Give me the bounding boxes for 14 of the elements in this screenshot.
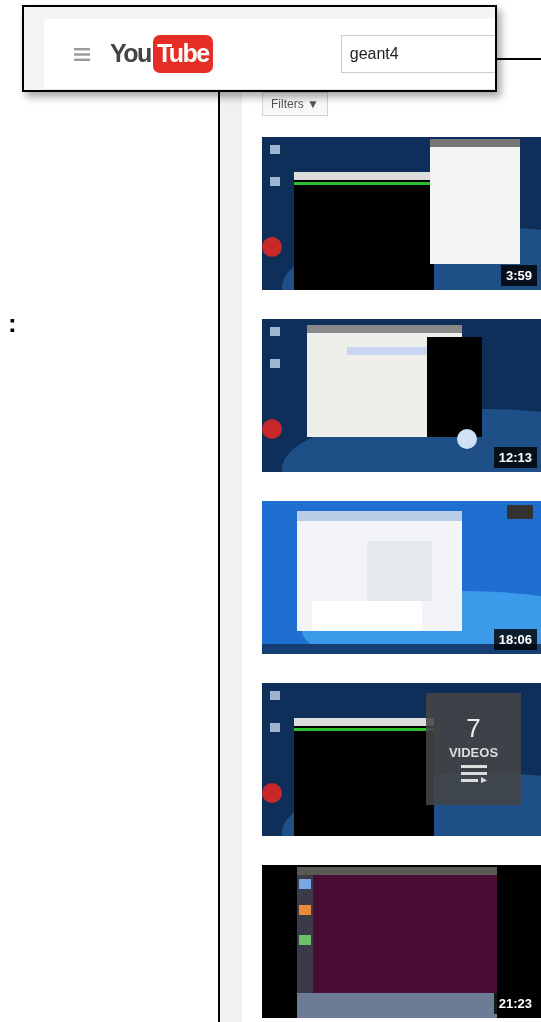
videos-label: VIDEOS xyxy=(448,744,499,763)
logo-badge[interactable]: Tube xyxy=(152,35,213,73)
video-count: 7 xyxy=(466,715,481,742)
filters-button[interactable]: Filters ▼ xyxy=(262,92,328,116)
search-field[interactable]: geant4 xyxy=(340,35,495,73)
playlist-thumbnail[interactable]: 7 VIDEOS xyxy=(262,683,541,836)
menu-icon[interactable] xyxy=(74,47,90,61)
logo-text[interactable]: You xyxy=(110,35,151,73)
video-thumbnail[interactable]: 3:59 xyxy=(262,137,541,290)
video-thumbnail[interactable]: 21:23 xyxy=(262,865,541,1018)
video-thumbnail[interactable]: 12:13 xyxy=(262,319,541,472)
video-thumbnail[interactable]: 18:06 xyxy=(262,501,541,654)
playlist-icon xyxy=(460,764,487,783)
colon-mark: : xyxy=(8,310,17,336)
